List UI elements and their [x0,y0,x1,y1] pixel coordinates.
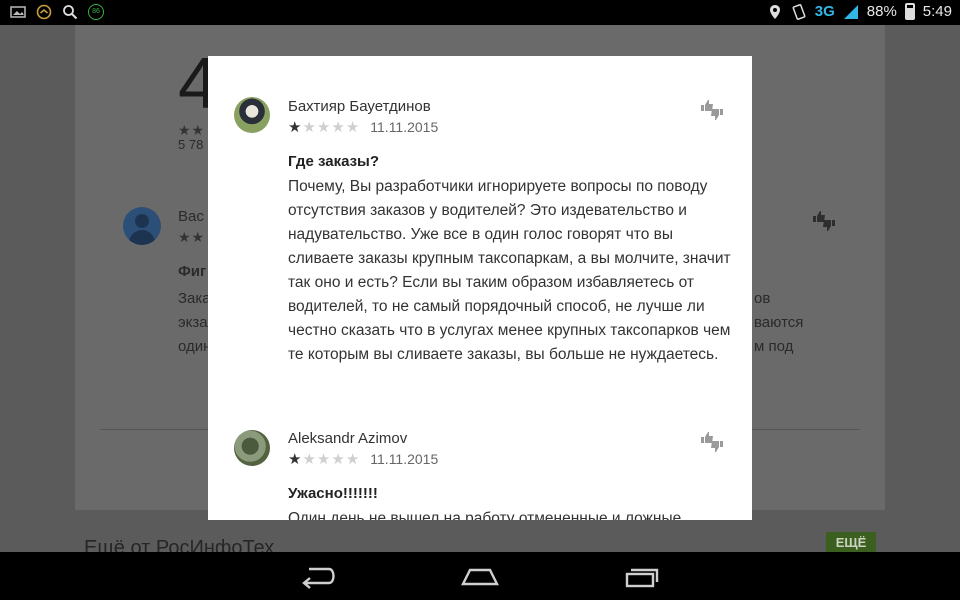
status-bar: 86 3G 88% 5:49 [0,0,960,25]
location-icon [769,4,780,19]
star-filled-icon: ★ [288,450,302,468]
star-empty-icon: ★ [302,450,316,468]
review-title: Фиг [178,263,207,280]
star-empty-icon: ★ [316,118,331,136]
clock: 5:49 [922,3,952,20]
battery-icon [904,3,915,20]
reviewer-avatar [123,207,161,245]
review-rating: ★ ★ ★ ★ ★ 11.11.2015 [288,119,438,135]
navigation-bar [0,552,960,600]
gallery-icon [10,6,26,18]
review-count: 5 78 [178,137,204,152]
review-rating: ★ ★ ★ ★ ★ 11.11.2015 [288,451,438,467]
back-button[interactable] [295,560,345,592]
review-date: 11.11.2015 [370,451,439,467]
system-indicators: 3G 88% 5:49 [767,3,952,20]
review-line-1-end: ов [754,290,771,307]
review-title: Где заказы? [288,153,380,170]
star-empty-icon: ★ [331,450,345,468]
helpful-icon [813,211,835,231]
review-line-2: экза [178,314,208,331]
star-empty-icon: ★ [302,118,316,136]
star-empty-icon: ★ [345,450,360,468]
review-author: Бахтияр Бауетдинов [288,98,431,115]
notification-icons: 86 [10,4,104,20]
review-title: Ужасно!!!!!!! [288,485,378,502]
reviewer-avatar [234,97,270,133]
reviews-dialog: Бахтияр Бауетдинов ★ ★ ★ ★ ★ 11.11.2015 … [208,56,752,520]
badge-icon: 86 [88,4,104,20]
review-body: Один день не вышел на работу отмененные … [288,510,682,520]
network-type: 3G [814,3,835,20]
signal-icon [843,4,858,19]
battery-percent: 88% [866,3,897,20]
recent-apps-button[interactable] [617,560,667,592]
review-line-1: Зака [178,290,211,307]
helpful-vote-icon[interactable] [700,99,724,121]
app-notification-icon [36,4,52,20]
star-empty-icon: ★ [331,118,345,136]
review-stars: ★★ [178,229,206,245]
home-button[interactable] [455,560,505,592]
no-sim-icon [792,3,806,20]
more-button: ЕЩЁ [826,532,876,554]
review-line-2-end: ваются [754,314,804,331]
search-icon [63,5,78,20]
reviewer-name: Вас [178,208,204,225]
reviewer-avatar [234,430,270,466]
review-body: Почему, Вы разработчики игнорируете вопр… [288,178,731,363]
review-date: 11.11.2015 [370,119,439,135]
review-author: Aleksandr Azimov [288,430,408,447]
star-empty-icon: ★ [345,118,360,136]
star-empty-icon: ★ [316,450,331,468]
helpful-vote-icon[interactable] [700,431,724,453]
review-line-3-end: м под [754,338,794,355]
star-filled-icon: ★ [288,118,302,136]
review-line-3: один [178,338,212,355]
